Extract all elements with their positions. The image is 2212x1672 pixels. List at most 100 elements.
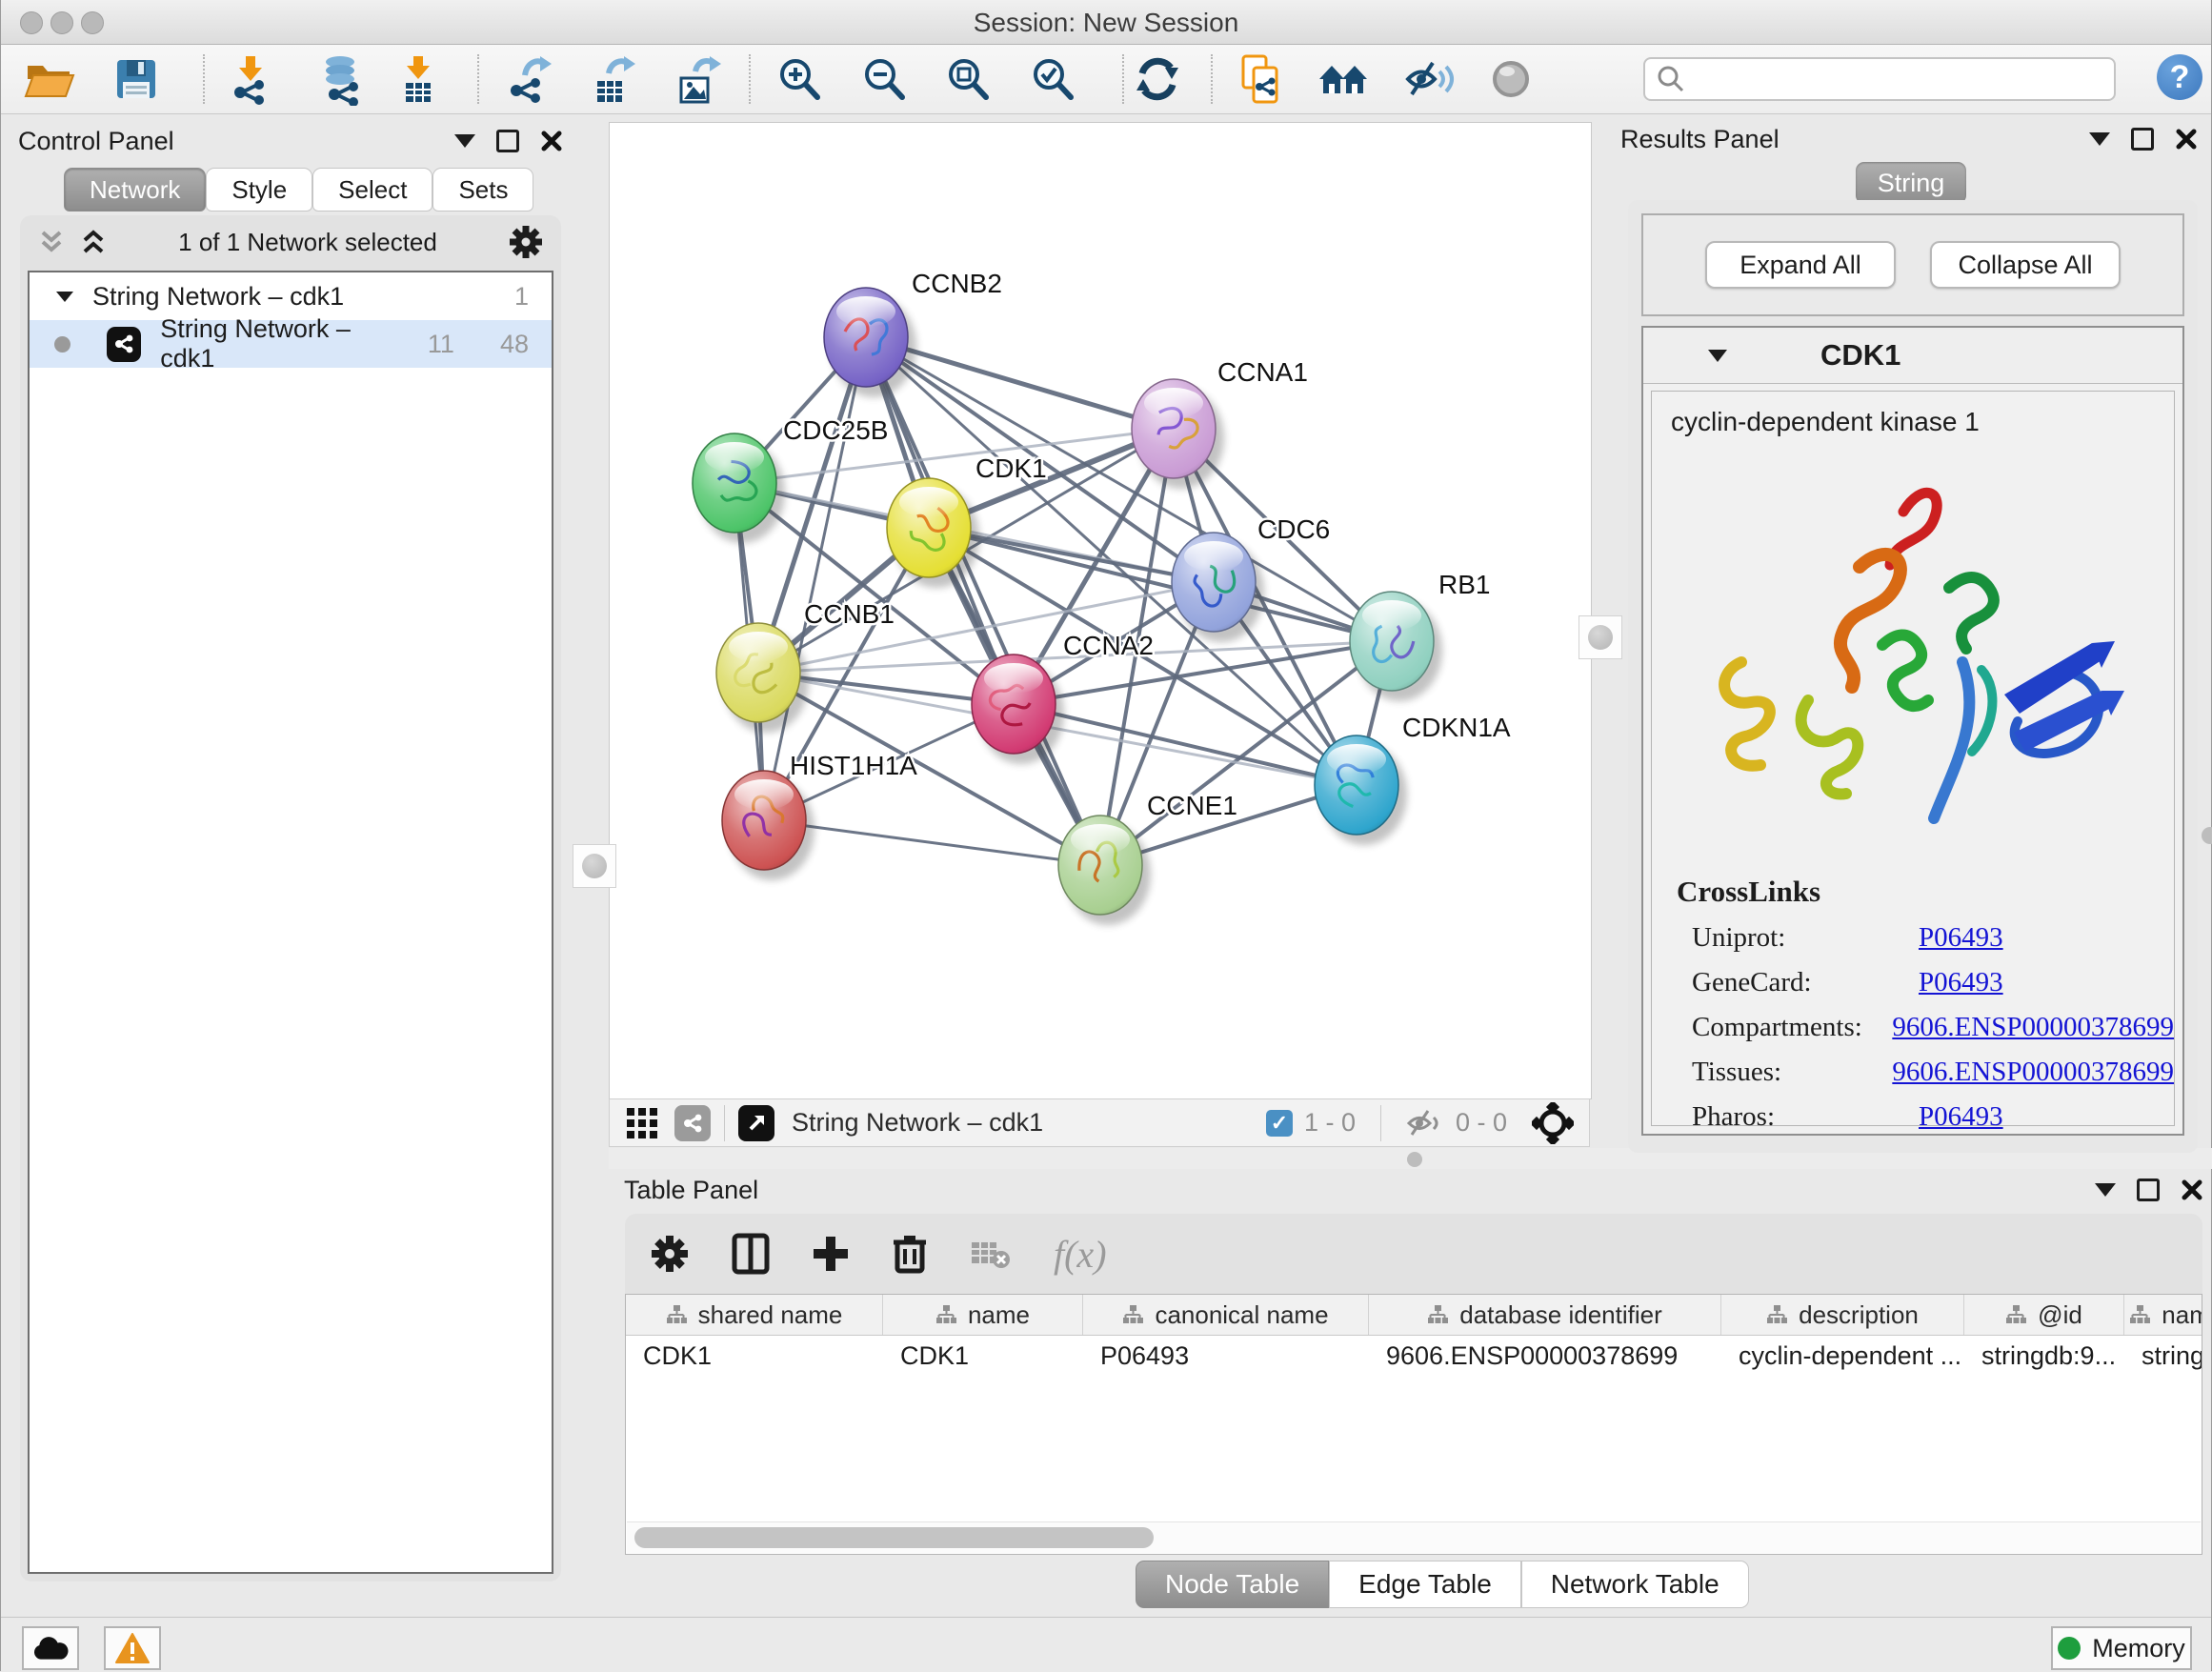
birds-eye-view-icon[interactable]: [1532, 1102, 1574, 1144]
crosslink-link[interactable]: P06493: [1919, 1101, 2003, 1133]
node-label-CCNB1: CCNB1: [804, 599, 895, 629]
vertical-splitter-handle-left[interactable]: [573, 844, 616, 888]
import-network-from-file-icon[interactable]: [224, 52, 277, 106]
first-neighbors-icon[interactable]: [1317, 52, 1370, 106]
panel-menu-icon[interactable]: [2095, 1183, 2116, 1197]
column-header-description[interactable]: description: [1721, 1295, 1964, 1335]
crosslink-link[interactable]: P06493: [1919, 922, 2003, 954]
panel-float-icon[interactable]: [496, 130, 519, 152]
search-input[interactable]: [1695, 64, 2114, 95]
collapse-all-icon[interactable]: [37, 227, 66, 257]
gear-icon[interactable]: [508, 224, 544, 260]
tab-select[interactable]: Select: [312, 168, 432, 212]
delete-column-icon[interactable]: [892, 1233, 928, 1275]
zoom-in-icon[interactable]: [773, 52, 826, 106]
show-columns-icon[interactable]: [732, 1233, 770, 1275]
memory-button[interactable]: Memory: [2051, 1626, 2192, 1670]
zoom-out-icon[interactable]: [857, 52, 911, 106]
window-edge-grip[interactable]: [2202, 827, 2212, 844]
column-header--id[interactable]: @id: [1964, 1295, 2124, 1335]
help-icon[interactable]: ?: [2157, 54, 2202, 100]
result-entry-header[interactable]: CDK1: [1643, 328, 2182, 384]
network-node-CCNB2[interactable]: [824, 288, 916, 397]
panel-float-icon[interactable]: [2131, 128, 2154, 151]
cloud-icon: [31, 1635, 70, 1662]
network-node-CDKN1A[interactable]: [1315, 735, 1407, 845]
panel-close-icon[interactable]: [2181, 1178, 2203, 1201]
tree-expander-icon[interactable]: [54, 288, 75, 305]
save-session-icon[interactable]: [110, 52, 163, 106]
column-header-name[interactable]: name: [883, 1295, 1083, 1335]
network-edge[interactable]: [866, 337, 1100, 865]
network-node-CCNA2[interactable]: [972, 655, 1064, 764]
warning-button[interactable]: [104, 1626, 161, 1670]
collapse-all-button[interactable]: Collapse All: [1930, 241, 2121, 289]
network-edge[interactable]: [1014, 704, 1357, 785]
network-node-CDK1[interactable]: [887, 478, 979, 588]
panel-float-icon[interactable]: [2137, 1178, 2160, 1201]
import-table-from-file-icon[interactable]: [392, 52, 445, 106]
selected-indicator-checkbox[interactable]: ✓: [1266, 1110, 1293, 1137]
crosslink-link[interactable]: 9606.ENSP00000378699: [1892, 1012, 2174, 1043]
export-table-icon[interactable]: [586, 52, 639, 106]
detach-view-icon[interactable]: [738, 1105, 774, 1141]
table-row[interactable]: CDK1CDK1P064939606.ENSP00000378699cyclin…: [626, 1336, 2202, 1376]
crosslink-row: Pharos:P06493: [1677, 1101, 2174, 1133]
table-toolbar: f(x): [625, 1214, 2202, 1294]
network-node-HIST1H1A[interactable]: [722, 771, 814, 880]
splitter-grip[interactable]: [1407, 1152, 1422, 1167]
application-window: Session: New Session: [0, 0, 2212, 1671]
export-image-icon[interactable]: [671, 52, 724, 106]
entry-expander-icon[interactable]: [1706, 346, 1729, 365]
network-share-view-icon[interactable]: [674, 1105, 711, 1141]
tab-sets[interactable]: Sets: [432, 168, 533, 212]
export-network-icon[interactable]: [502, 52, 555, 106]
panel-close-icon[interactable]: [540, 130, 563, 152]
search-field[interactable]: [1643, 57, 2116, 101]
toolbar-separator: [1380, 1105, 1381, 1141]
cloud-status-button[interactable]: [22, 1626, 79, 1670]
tab-network[interactable]: Network: [64, 168, 206, 212]
apply-preferred-layout-icon[interactable]: [1131, 52, 1184, 106]
tab-string[interactable]: String: [1856, 162, 1966, 204]
expand-all-button[interactable]: Expand All: [1705, 241, 1896, 289]
vertical-splitter-handle-right[interactable]: [1579, 615, 1622, 659]
table-settings-gear-icon[interactable]: [650, 1234, 690, 1274]
expand-all-icon[interactable]: [79, 227, 108, 257]
tab-node-table[interactable]: Node Table: [1136, 1561, 1329, 1608]
panel-menu-icon[interactable]: [2089, 132, 2110, 146]
tab-edge-table[interactable]: Edge Table: [1329, 1561, 1521, 1608]
grid-view-icon[interactable]: [625, 1106, 659, 1140]
add-column-icon[interactable]: [812, 1235, 850, 1273]
panel-close-icon[interactable]: [2175, 128, 2198, 151]
tab-style[interactable]: Style: [206, 168, 312, 212]
show-all-icon[interactable]: [1484, 52, 1538, 106]
network-node-CCNE1[interactable]: [1058, 816, 1151, 925]
network-view-canvas[interactable]: CCNB2CCNA1CDC25BCDK1CDC6RB1CCNB1CCNA2CDK…: [609, 122, 1592, 1099]
new-network-from-selection-icon[interactable]: [1235, 52, 1288, 106]
network-graph[interactable]: CCNB2CCNA1CDC25BCDK1CDC6RB1CCNB1CCNA2CDK…: [610, 123, 1591, 1098]
network-edge[interactable]: [764, 337, 866, 820]
network-edge[interactable]: [764, 820, 1100, 865]
network-node-CDC25B[interactable]: [693, 433, 785, 543]
hide-selected-icon[interactable]: [1402, 52, 1456, 106]
column-header-namespace[interactable]: namespace: [2124, 1295, 2202, 1335]
column-header-canonical-name[interactable]: canonical name: [1083, 1295, 1369, 1335]
network-node-CDC6[interactable]: [1172, 533, 1264, 642]
scrollbar-thumb[interactable]: [634, 1527, 1154, 1548]
zoom-fit-content-icon[interactable]: [941, 52, 995, 106]
import-network-from-database-icon[interactable]: [315, 52, 369, 106]
column-header-database-identifier[interactable]: database identifier: [1369, 1295, 1721, 1335]
network-collection-row[interactable]: String Network – cdk1 1: [30, 272, 552, 320]
crosslink-link[interactable]: 9606.ENSP00000378699: [1892, 1057, 2174, 1088]
open-session-icon[interactable]: [22, 52, 75, 106]
network-row[interactable]: String Network – cdk1 11 48: [30, 320, 552, 368]
crosslink-link[interactable]: P06493: [1919, 967, 2003, 998]
horizontal-scrollbar[interactable]: [627, 1521, 2201, 1553]
panel-menu-icon[interactable]: [454, 134, 475, 148]
node-label-CDC6: CDC6: [1257, 514, 1330, 544]
column-header-shared-name[interactable]: shared name: [626, 1295, 883, 1335]
zoom-selected-region-icon[interactable]: [1026, 52, 1079, 106]
network-node-RB1[interactable]: [1350, 592, 1442, 701]
tab-network-table[interactable]: Network Table: [1521, 1561, 1749, 1608]
